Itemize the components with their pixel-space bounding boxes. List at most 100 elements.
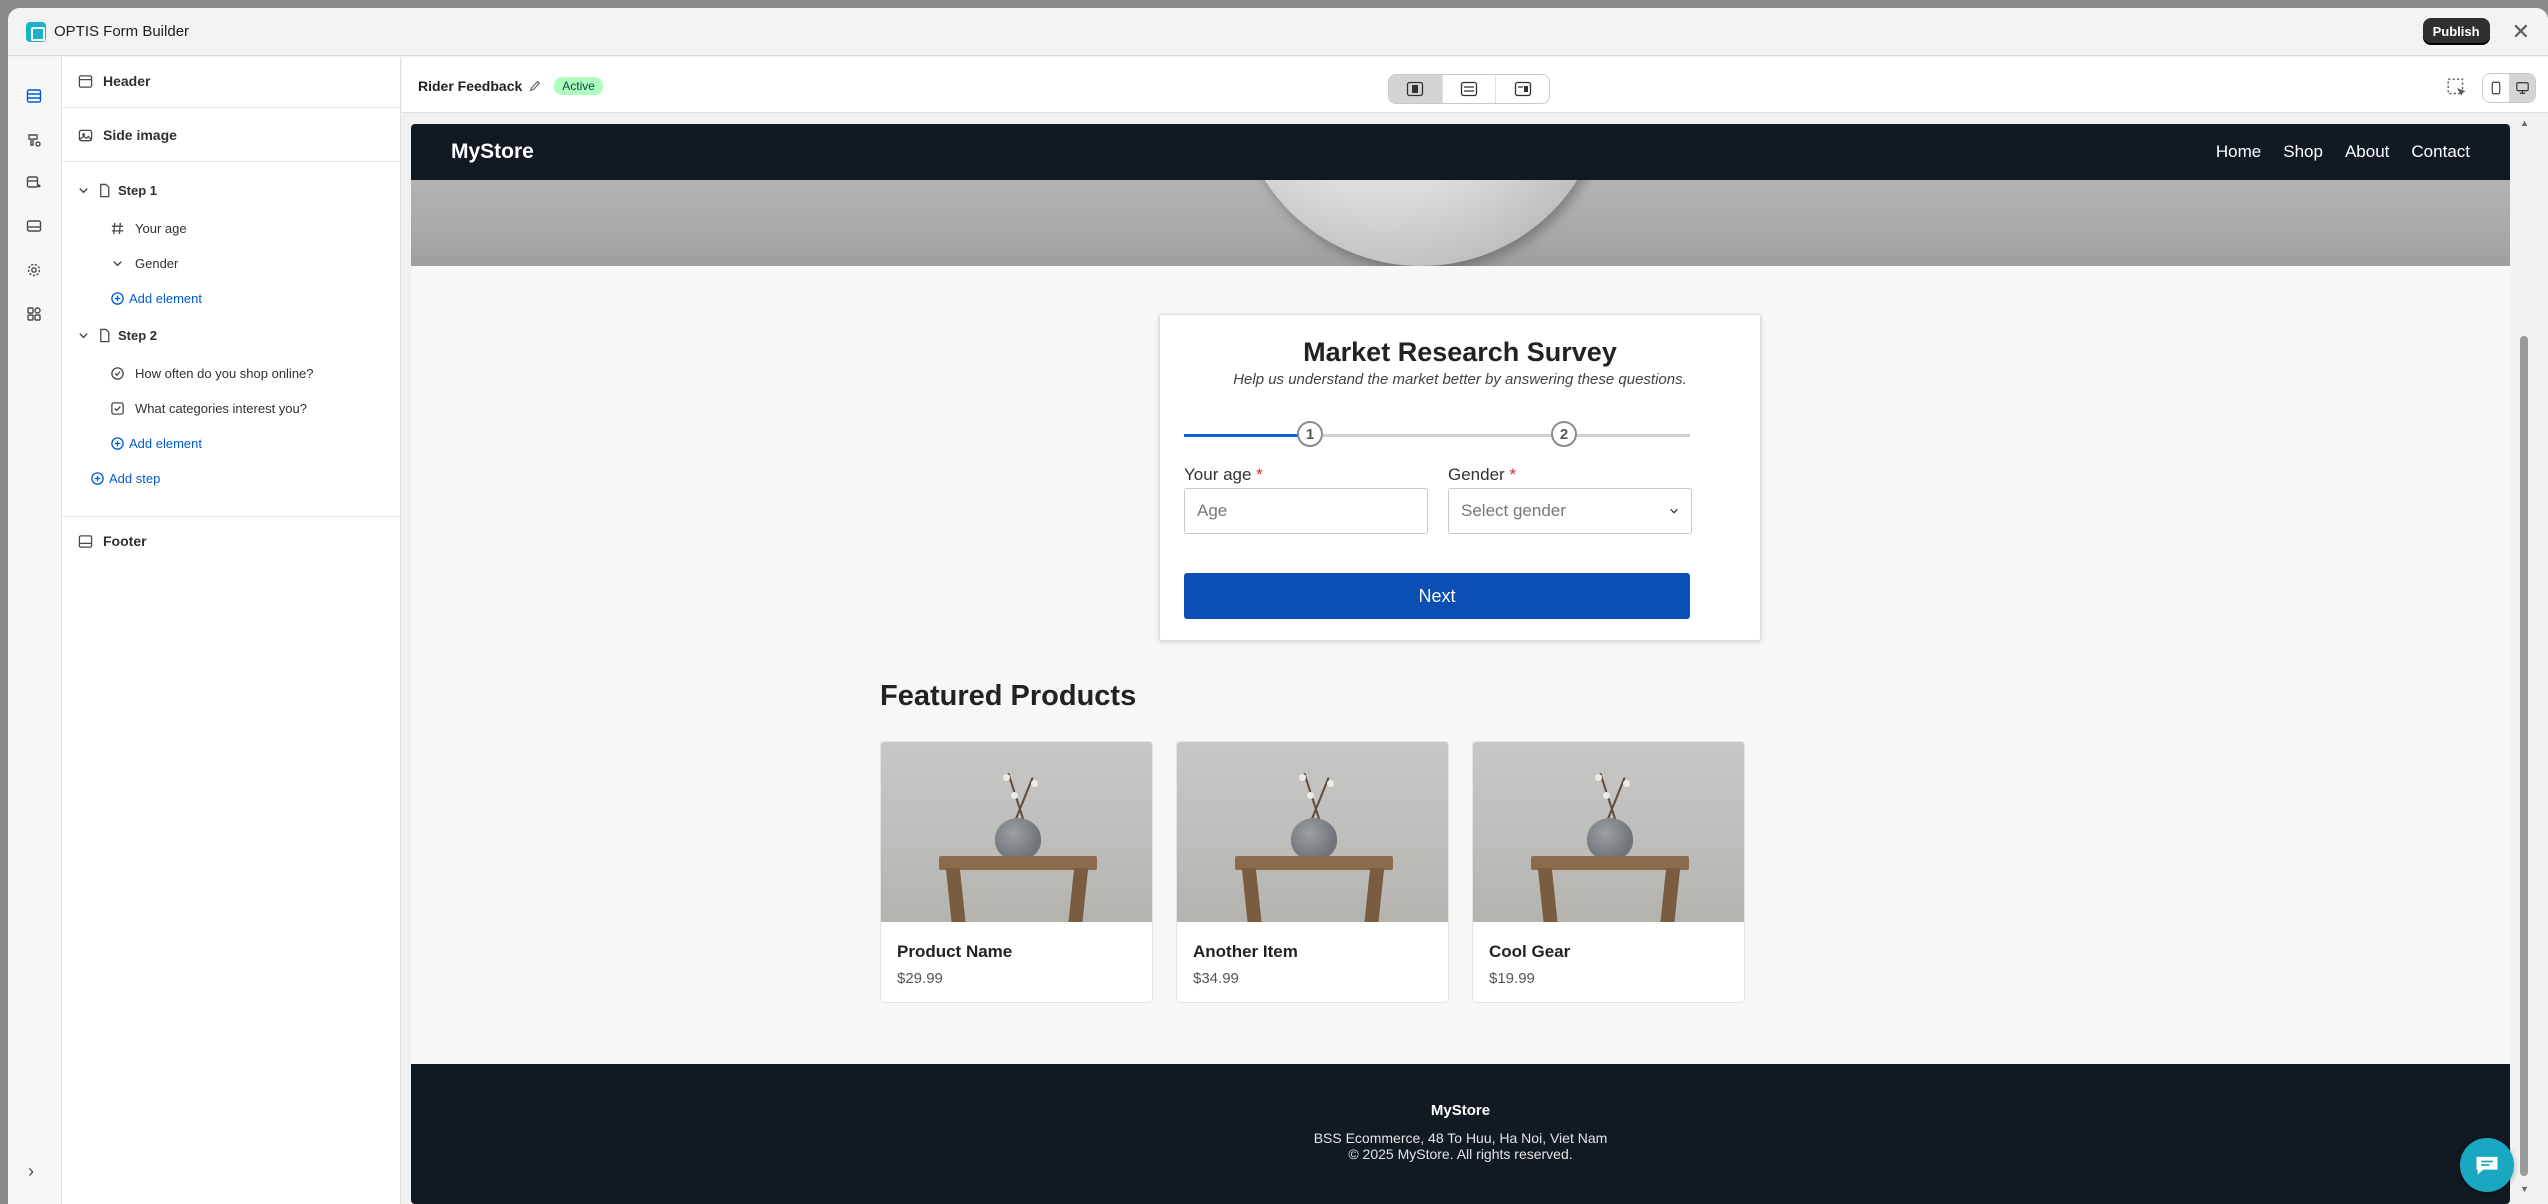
footer-icon <box>78 534 93 548</box>
product-image <box>881 742 1152 922</box>
divider <box>62 161 400 162</box>
next-button[interactable]: Next <box>1184 573 1690 619</box>
step-indicator-1[interactable]: 1 <box>1297 421 1323 447</box>
layout-switcher <box>1388 74 1550 104</box>
layout-centered-button[interactable] <box>1389 75 1443 103</box>
status-badge: Active <box>554 77 603 95</box>
panel-element-label: Gender <box>135 256 179 271</box>
device-switcher <box>2482 73 2536 103</box>
panel-element-label: How often do you shop online? <box>135 366 314 381</box>
layout-side-button[interactable] <box>1496 75 1549 103</box>
required-mark: * <box>1509 465 1517 484</box>
panel-step-label: Step 2 <box>118 328 158 343</box>
panel-step-label: Step 1 <box>118 183 158 198</box>
site-brand[interactable]: MyStore <box>451 140 534 164</box>
nav-link-about[interactable]: About <box>2345 142 2389 162</box>
panel-element-categories[interactable]: What categories interest you? <box>110 401 307 416</box>
paint-icon[interactable] <box>23 129 45 151</box>
product-image <box>1177 742 1448 922</box>
app-window: OPTIS Form Builder Publish ✕ › Header Si… <box>8 8 2548 1204</box>
age-label-text: Your age <box>1184 465 1252 484</box>
age-label: Your age * <box>1184 465 1263 485</box>
product-card[interactable]: Cool Gear $19.99 <box>1472 741 1745 1003</box>
footer-copyright: © 2025 MyStore. All rights reserved. <box>1348 1146 1573 1162</box>
page-icon <box>100 183 110 198</box>
app-logo-icon <box>26 21 46 42</box>
product-name: Cool Gear <box>1489 942 1571 961</box>
add-element-button[interactable]: Add element <box>110 436 202 451</box>
step-indicator-2[interactable]: 2 <box>1551 421 1577 447</box>
layout-icon[interactable] <box>23 85 45 107</box>
chevron-down-icon[interactable] <box>76 183 91 198</box>
form-name-text[interactable]: Rider Feedback <box>418 78 522 94</box>
scroll-thumb[interactable] <box>2520 336 2528 1176</box>
desktop-view-button[interactable] <box>2509 74 2535 102</box>
product-card[interactable]: Product Name $29.99 <box>880 741 1153 1003</box>
divider <box>62 107 400 108</box>
settings-icon[interactable] <box>23 259 45 281</box>
plus-circle-icon <box>111 437 124 450</box>
layout-full-button[interactable] <box>1443 75 1497 103</box>
publish-button[interactable]: Publish <box>2422 18 2490 45</box>
product-name: Product Name <box>897 942 1013 961</box>
required-mark: * <box>1256 465 1263 484</box>
panel-item-label: Footer <box>103 533 147 549</box>
age-input[interactable]: Age <box>1184 488 1428 534</box>
chevron-down-icon[interactable] <box>76 328 91 343</box>
panel-step-2[interactable]: Step 2 <box>76 328 157 343</box>
chevron-down-icon <box>113 261 122 267</box>
chat-bubble-icon[interactable] <box>2460 1138 2514 1192</box>
pencil-icon[interactable] <box>528 79 542 93</box>
panel-element-label: Your age <box>135 221 187 236</box>
site-navbar: MyStore Home Shop About Contact <box>411 124 2510 180</box>
panel-item-side-image[interactable]: Side image <box>78 127 177 143</box>
panel-step-1[interactable]: Step 1 <box>76 183 157 198</box>
divider <box>62 516 400 517</box>
panel-item-label: Side image <box>103 127 177 143</box>
product-price: $29.99 <box>897 970 943 987</box>
gender-label: Gender * <box>1448 465 1516 485</box>
expand-sidebar-icon[interactable]: › <box>28 1161 34 1182</box>
scroll-down-icon[interactable]: ▼ <box>2520 1184 2529 1194</box>
site-nav-links: Home Shop About Contact <box>2216 142 2470 162</box>
scroll-up-icon[interactable]: ▲ <box>2520 118 2529 128</box>
progress-track <box>1311 434 1690 437</box>
nav-link-home[interactable]: Home <box>2216 142 2261 162</box>
close-icon[interactable]: ✕ <box>2512 20 2530 43</box>
survey-title: Market Research Survey <box>1303 337 1617 367</box>
panel-element-label: What categories interest you? <box>135 401 307 416</box>
gender-select[interactable]: Select gender <box>1448 488 1692 534</box>
add-element-label: Add element <box>129 291 202 306</box>
survey-subtitle: Help us understand the market better by … <box>1233 371 1687 388</box>
add-step-button[interactable]: Add step <box>90 471 160 486</box>
integration-icon[interactable] <box>23 171 45 193</box>
preview-scrollbar[interactable]: ▲ ▼ <box>2518 118 2530 1198</box>
panel-item-header[interactable]: Header <box>78 73 150 89</box>
add-element-button[interactable]: Add element <box>110 291 202 306</box>
footer-address: BSS Ecommerce, 48 To Huu, Ha Noi, Viet N… <box>1313 1130 1608 1146</box>
panel-element-gender[interactable]: Gender <box>110 256 178 271</box>
mobile-view-button[interactable] <box>2483 74 2509 102</box>
checkbox-icon <box>111 402 124 415</box>
panel-item-footer[interactable]: Footer <box>78 533 147 549</box>
radio-icon <box>111 367 124 380</box>
plus-circle-icon <box>111 292 124 305</box>
product-card[interactable]: Another Item $34.99 <box>1176 741 1449 1003</box>
nav-link-shop[interactable]: Shop <box>2283 142 2323 162</box>
product-image <box>1473 742 1744 922</box>
icon-rail: › <box>8 57 62 1204</box>
header-icon <box>78 74 93 88</box>
store-preview-frame: MyStore Home Shop About Contact Market R… <box>411 124 2510 1204</box>
email-icon[interactable] <box>23 215 45 237</box>
layout-side-icon <box>1514 81 1531 97</box>
panel-element-shop-frequency[interactable]: How often do you shop online? <box>110 366 314 381</box>
panel-element-your-age[interactable]: Your age <box>110 221 187 236</box>
gender-placeholder: Select gender <box>1461 501 1566 520</box>
nav-link-contact[interactable]: Contact <box>2411 142 2470 162</box>
image-icon <box>78 129 93 141</box>
layout-centered-icon <box>1407 81 1424 97</box>
apps-icon[interactable] <box>23 303 45 325</box>
inspect-cursor-icon[interactable] <box>2446 77 2468 99</box>
footer-brand: MyStore <box>1430 1102 1491 1119</box>
add-element-label: Add element <box>129 436 202 451</box>
